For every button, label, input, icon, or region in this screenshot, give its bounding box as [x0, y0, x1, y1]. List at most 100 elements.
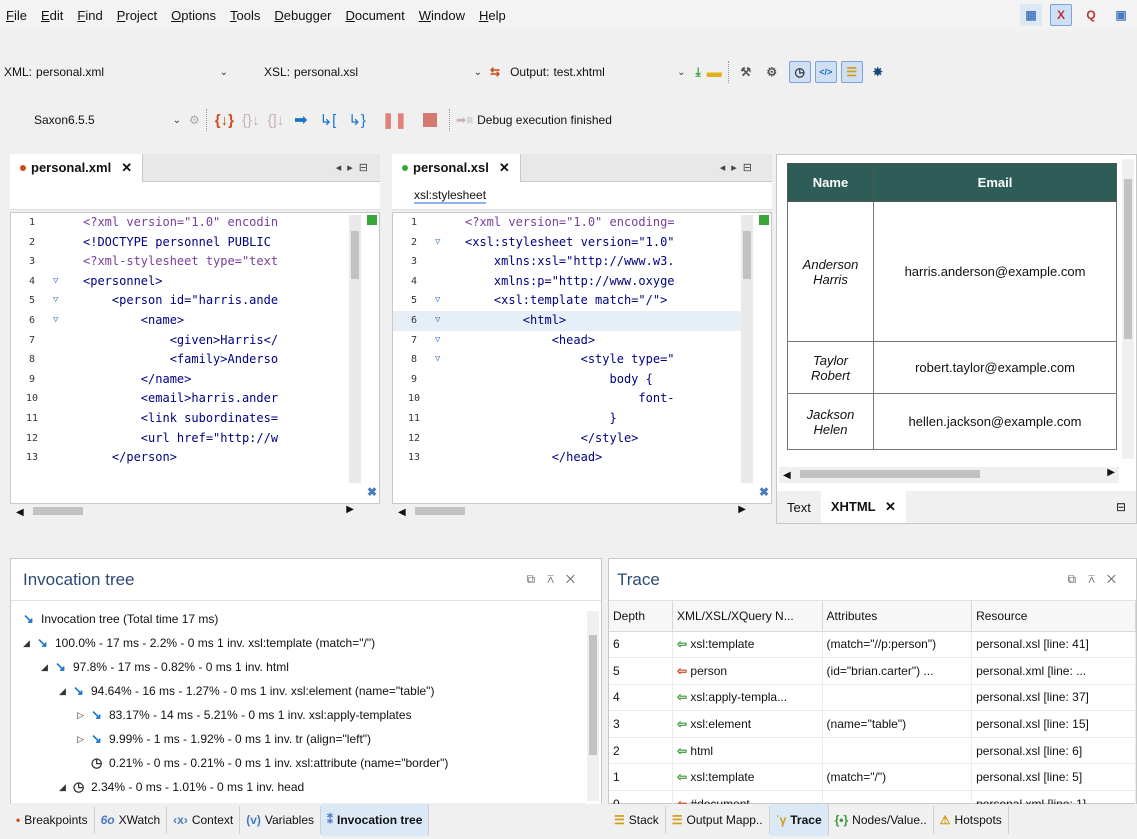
menu-debugger[interactable]: Debugger — [274, 8, 331, 23]
tree-node[interactable]: ↘ Invocation tree (Total time 17 ms) — [11, 607, 601, 631]
close-icon[interactable]: ✕ — [121, 160, 132, 176]
line-number-row[interactable]: 7 ▽ — [393, 331, 463, 351]
pause-icon[interactable]: ❚❚ — [382, 111, 407, 129]
close-icon[interactable]: ✕ — [499, 160, 510, 176]
line-number-row[interactable]: 13 — [11, 448, 81, 468]
code-line[interactable]: body { — [465, 370, 757, 390]
line-number-row[interactable]: 13 — [393, 448, 463, 468]
scroll-left-icon[interactable]: ◀ — [398, 507, 406, 518]
trace-row[interactable]: 2 ⇦ html personal.xsl [line: 6] — [609, 737, 1136, 765]
line-number-row[interactable]: 9 — [393, 370, 463, 390]
xsl-code-area[interactable]: 1 2 ▽ 3 4 5 ▽ 6 ▽ 7 ▽ 8 ▽ 9 10 11 12 13 <?xml version="1.… — [392, 212, 772, 504]
stop-icon[interactable] — [423, 113, 438, 127]
tree-node[interactable]: ◢ ◷ 2.34% - 0 ms - 1.01% - 0 ms 1 inv. hea… — [11, 775, 601, 799]
close-icon[interactable]: ✕ — [885, 499, 896, 514]
code-line[interactable]: <xsl:stylesheet version="1.0" — [465, 233, 757, 253]
tab-breakpoints[interactable]: • Breakpoints — [10, 806, 95, 834]
editor-perspective-icon[interactable]: ▦ — [1020, 4, 1042, 26]
tree-vertical-scrollbar[interactable] — [587, 611, 599, 801]
column-header-attributes[interactable]: Attributes — [822, 601, 973, 632]
tab-variables[interactable]: (v) Variables — [240, 806, 322, 834]
close-split-icon[interactable]: ✖ — [367, 485, 377, 499]
fold-toggle-icon[interactable]: ▽ — [435, 331, 449, 351]
expand-toggle-icon[interactable]: ▷ — [77, 703, 91, 727]
menu-find[interactable]: Find — [77, 8, 102, 23]
tab-xhtml[interactable]: XHTML ✕ — [820, 491, 906, 523]
tree-node[interactable]: ◢ ↘ 100.0% - 17 ms - 2.2% - 0 ms 1 inv. xs… — [11, 631, 601, 655]
tab-trace[interactable]: ʿγ Trace — [769, 804, 829, 836]
xml-code-lines[interactable]: <?xml version="1.0" encodin <!DOCTYPE per… — [83, 213, 365, 468]
menu-options[interactable]: Options — [171, 8, 216, 23]
menu-file[interactable]: File — [6, 8, 27, 23]
database-icon[interactable]: ☰ — [840, 61, 863, 83]
line-number-row[interactable]: 7 — [11, 331, 81, 351]
scroll-thumb[interactable] — [589, 635, 597, 755]
menu-window[interactable]: Window — [419, 8, 465, 23]
tree-node[interactable]: ◢ ↘ 94.64% - 16 ms - 1.27% - 0 ms 1 inv. x… — [11, 679, 601, 703]
tree-node[interactable]: ▷ ↘ 9.99% - 1 ms - 1.92% - 0 ms 1 inv. tr … — [11, 727, 601, 751]
code-line[interactable]: <!DOCTYPE personnel PUBLIC — [83, 233, 365, 253]
line-number-row[interactable]: 12 — [11, 429, 81, 449]
code-line[interactable]: <email>harris.ander — [83, 389, 365, 409]
tab-nav-icons[interactable]: ◂▸⊟ — [720, 161, 758, 174]
line-number-row[interactable]: 11 — [393, 409, 463, 429]
database-perspective-icon[interactable]: ▣ — [1110, 4, 1132, 26]
close-split-icon[interactable]: ✖ — [759, 485, 769, 499]
step-over-icon[interactable]: {}↓ — [242, 112, 260, 129]
scroll-right-icon[interactable]: ▶ — [738, 504, 746, 515]
code-line[interactable]: </head> — [465, 448, 757, 468]
code-line[interactable]: <?xml-stylesheet type="text — [83, 252, 365, 272]
xml-horizontal-scrollbar[interactable]: ◀ ▶ — [10, 504, 360, 520]
tab-stack[interactable]: ☰ Stack — [608, 806, 666, 834]
breadcrumb-item[interactable]: xsl:stylesheet — [414, 188, 487, 204]
tab-context[interactable]: ‹x› Context — [167, 806, 241, 834]
tab-xwatch[interactable]: 6ο XWatch — [95, 806, 168, 834]
settings-grid-icon[interactable]: ⚙ — [761, 61, 783, 83]
line-number-row[interactable]: 5 ▽ — [393, 291, 463, 311]
wrench-icon[interactable]: ⚒ — [735, 61, 757, 83]
line-number-row[interactable]: 2 ▽ — [393, 233, 463, 253]
invocation-tree[interactable]: ↘ Invocation tree (Total time 17 ms) ◢ ↘ 100… — [11, 601, 601, 799]
expand-toggle-icon[interactable]: ◢ — [41, 655, 55, 679]
run-to-cursor-icon[interactable]: ↳[ — [320, 111, 337, 129]
line-number-row[interactable]: 4 — [393, 272, 463, 292]
expand-toggle-icon[interactable]: ◢ — [23, 631, 37, 655]
gear-icon[interactable]: ✸ — [867, 61, 889, 83]
line-number-row[interactable]: 2 — [11, 233, 81, 253]
folder-icon[interactable]: ▬ — [707, 64, 722, 81]
code-line[interactable]: <url href="http://w — [83, 429, 365, 449]
code-line[interactable]: <given>Harris</ — [83, 331, 365, 351]
line-number-row[interactable]: 1 — [11, 213, 81, 233]
code-line[interactable]: <link subordinates= — [83, 409, 365, 429]
scroll-right-icon[interactable]: ▶ — [346, 504, 354, 515]
line-number-row[interactable]: 1 — [393, 213, 463, 233]
panel-window-controls[interactable]: ⧉⊼✕ — [1068, 572, 1128, 587]
code-line[interactable]: xmlns:p="http://www.oxyge — [465, 272, 757, 292]
tab-nav-icons[interactable]: ◂▸⊟ — [336, 161, 374, 174]
xsl-editor-tab[interactable]: personal.xsl ✕ — [392, 153, 521, 182]
scroll-thumb[interactable] — [33, 507, 84, 515]
xslt-debugger-perspective-icon[interactable]: X — [1050, 4, 1072, 26]
menu-project[interactable]: Project — [117, 8, 157, 23]
expand-toggle-icon[interactable]: ▷ — [77, 727, 91, 751]
line-number-row[interactable]: 9 — [11, 370, 81, 390]
scroll-left-icon[interactable]: ◀ — [783, 470, 791, 481]
download-icon[interactable]: ⤓ — [695, 65, 700, 80]
xsl-code-lines[interactable]: <?xml version="1.0" encoding= <xsl:styles… — [465, 213, 757, 468]
fold-toggle-icon[interactable]: ▽ — [53, 291, 67, 311]
line-number-row[interactable]: 6 ▽ — [393, 311, 463, 331]
line-number-row[interactable]: 6 ▽ — [11, 311, 81, 331]
code-line[interactable]: <family>Anderso — [83, 350, 365, 370]
fold-toggle-icon[interactable]: ▽ — [53, 272, 67, 292]
xsl-horizontal-scrollbar[interactable]: ◀ ▶ — [392, 504, 752, 520]
menu-help[interactable]: Help — [479, 8, 506, 23]
xsl-source-select[interactable]: personal.xsl ⌄ — [290, 61, 486, 83]
tab-nodes-values[interactable]: {•} Nodes/Value.. — [829, 806, 934, 834]
fold-toggle-icon[interactable]: ▽ — [435, 233, 449, 253]
engine-select[interactable]: Saxon6.5.5 ⌄ — [30, 109, 185, 131]
maximize-icon[interactable]: ⊟ — [1116, 500, 1126, 514]
run-to-end-icon[interactable]: ↳} — [348, 111, 366, 129]
line-number-row[interactable]: 5 ▽ — [11, 291, 81, 311]
code-line[interactable]: <personnel> — [83, 272, 365, 292]
code-line[interactable]: <style type=" — [465, 350, 757, 370]
